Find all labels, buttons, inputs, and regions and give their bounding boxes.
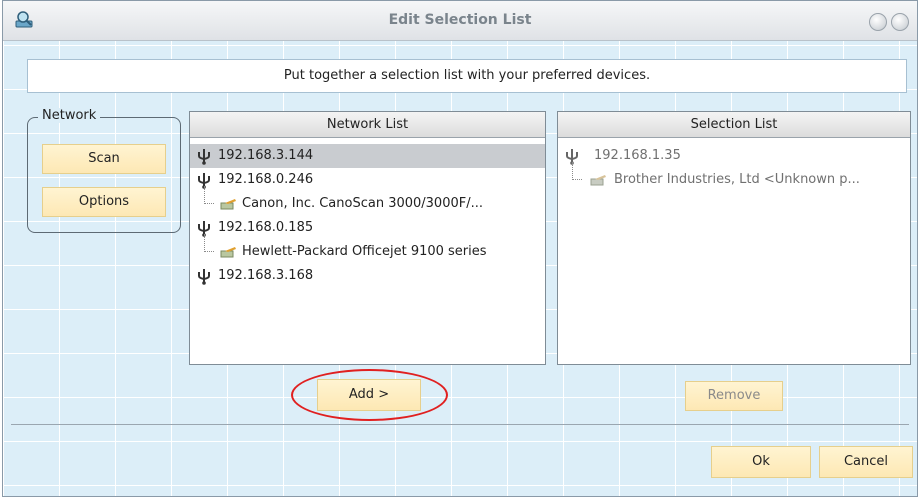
scan-button[interactable]: Scan bbox=[42, 144, 166, 174]
ok-button[interactable]: Ok bbox=[711, 446, 811, 478]
selection-list-device-brother[interactable]: Brother Industries, Ltd <Unknown p... bbox=[558, 162, 910, 192]
network-list-item-192-168-0-185[interactable]: 192.168.0.185 bbox=[190, 216, 545, 240]
close-button[interactable] bbox=[891, 13, 909, 31]
network-list-header: Network List bbox=[190, 112, 545, 138]
network-list-device-label: Canon, Inc. CanoScan 3000/3000F/... bbox=[242, 196, 484, 211]
minimize-button[interactable] bbox=[869, 13, 887, 31]
network-list-item-192-168-3-144[interactable]: 192.168.3.144 bbox=[190, 144, 545, 168]
network-list-device-hp[interactable]: Hewlett-Packard Officejet 9100 series bbox=[190, 234, 545, 264]
tree-connector bbox=[204, 234, 214, 252]
window-title: Edit Selection List bbox=[388, 12, 532, 28]
selection-list-panel: Selection List 192.168.1.35 Brother Indu… bbox=[557, 111, 911, 365]
tree-connector bbox=[204, 186, 214, 204]
network-list-item-label: 192.168.3.144 bbox=[218, 148, 314, 163]
options-button[interactable]: Options bbox=[42, 187, 166, 217]
network-list-device-label: Hewlett-Packard Officejet 9100 series bbox=[242, 244, 487, 259]
scanner-device-icon bbox=[220, 199, 236, 210]
network-group-legend: Network bbox=[38, 108, 101, 123]
network-list-device-canon[interactable]: Canon, Inc. CanoScan 3000/3000F/... bbox=[190, 186, 545, 216]
network-list-item-192-168-3-168[interactable]: 192.168.3.168 bbox=[190, 264, 545, 288]
selection-list-item-192-168-1-35[interactable]: 192.168.1.35 bbox=[558, 144, 910, 168]
instruction-banner: Put together a selection list with your … bbox=[27, 59, 907, 93]
selection-list-device-label: Brother Industries, Ltd <Unknown p... bbox=[614, 172, 860, 187]
cancel-button[interactable]: Cancel bbox=[819, 446, 913, 478]
usb-trident-icon bbox=[198, 149, 210, 165]
usb-trident-icon bbox=[198, 269, 210, 285]
selection-list-header: Selection List bbox=[558, 112, 910, 138]
network-group: Network Scan Options bbox=[27, 108, 181, 233]
selection-list-item-label: 192.168.1.35 bbox=[594, 148, 681, 163]
title-bar: Edit Selection List bbox=[3, 1, 917, 41]
scanner-device-icon bbox=[220, 247, 236, 258]
network-list-item-label: 192.168.3.168 bbox=[218, 268, 314, 283]
remove-button[interactable]: Remove bbox=[685, 381, 783, 411]
footer-divider bbox=[11, 424, 909, 425]
network-list-item-label: 192.168.0.185 bbox=[218, 220, 314, 235]
network-list-panel: Network List 192.168.3.144 192.168.0.246 bbox=[189, 111, 546, 365]
scanner-device-icon bbox=[590, 175, 606, 186]
network-list-item-label: 192.168.0.246 bbox=[218, 172, 314, 187]
network-list-item-192-168-0-246[interactable]: 192.168.0.246 bbox=[190, 168, 545, 192]
tree-connector bbox=[572, 162, 582, 180]
edit-selection-list-window: Edit Selection List Put together a selec… bbox=[2, 0, 918, 497]
highlight-ring-annotation bbox=[291, 369, 448, 421]
